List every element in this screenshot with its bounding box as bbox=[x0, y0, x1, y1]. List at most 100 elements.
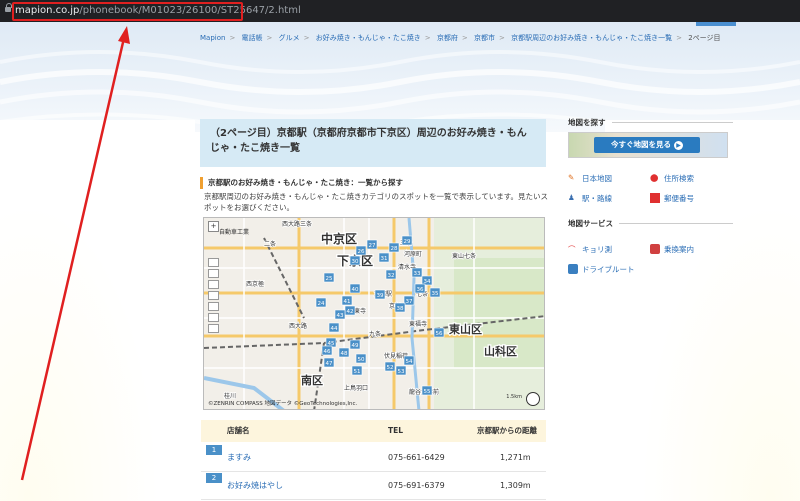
column-header: 店舗名 bbox=[227, 426, 250, 435]
district-label: 中京区 bbox=[321, 231, 357, 246]
map-label: 二条 bbox=[264, 240, 276, 248]
map-marker-label: 29 bbox=[404, 239, 411, 245]
column-header: 京都駅からの距離 bbox=[477, 426, 537, 435]
search-button-edge[interactable] bbox=[696, 22, 736, 26]
compass-icon bbox=[526, 392, 540, 406]
map-marker[interactable]: 34 bbox=[421, 275, 433, 286]
map-marker[interactable]: 30 bbox=[349, 255, 361, 266]
map-marker-label: 52 bbox=[387, 365, 394, 371]
map-label: 東山七条 bbox=[452, 252, 476, 260]
map-marker[interactable]: 54 bbox=[403, 355, 415, 366]
map-marker-label: 25 bbox=[326, 276, 333, 282]
map-marker-label: 50 bbox=[358, 357, 365, 363]
map-marker[interactable]: 24 bbox=[315, 297, 327, 308]
map-marker-label: 30 bbox=[352, 259, 359, 265]
map-marker-label: 27 bbox=[369, 243, 376, 249]
breadcrumb-link[interactable]: Mapion bbox=[200, 34, 225, 42]
map-marker[interactable]: 56 bbox=[433, 327, 445, 338]
map-label: 西大路 bbox=[289, 322, 307, 330]
map-marker[interactable]: 46 bbox=[321, 345, 333, 356]
table-row[interactable]: 2 お好み焼はやし 075-691-6379 1,309m bbox=[201, 473, 546, 500]
map-marker-label: 43 bbox=[337, 313, 344, 319]
map-marker[interactable]: 31 bbox=[378, 252, 390, 263]
map-canvas: 中京区 下京区 東山区 山科区 南区 西大路三条 二条 三条 西京極 東寺 九条… bbox=[204, 218, 544, 409]
map-marker-label: 47 bbox=[326, 361, 333, 367]
map-marker[interactable]: 51 bbox=[351, 365, 363, 376]
map-marker[interactable]: 50 bbox=[355, 353, 367, 364]
map-marker[interactable]: 27 bbox=[366, 239, 378, 250]
map-marker-label: 32 bbox=[388, 273, 395, 279]
map-marker[interactable]: 43 bbox=[334, 309, 346, 320]
lock-icon bbox=[5, 3, 12, 13]
map-marker[interactable]: 38 bbox=[394, 302, 406, 313]
link-station-route[interactable]: ♟ 駅・路線 bbox=[568, 188, 650, 208]
map-marker[interactable]: 32 bbox=[385, 269, 397, 280]
breadcrumb-link[interactable]: グルメ bbox=[279, 34, 300, 42]
map-marker[interactable]: 28 bbox=[388, 242, 400, 253]
map-marker[interactable]: 35 bbox=[429, 287, 441, 298]
map-marker[interactable]: 42 bbox=[344, 305, 356, 316]
area-map[interactable]: 中京区 下京区 東山区 山科区 南区 西大路三条 二条 三条 西京極 東寺 九条… bbox=[203, 217, 545, 410]
map-label: 河原町 bbox=[404, 250, 422, 258]
map-marker-label: 48 bbox=[341, 351, 348, 357]
map-marker[interactable]: 25 bbox=[323, 272, 335, 283]
breadcrumb-link[interactable]: 京都市 bbox=[474, 34, 495, 42]
link-transit[interactable]: 乗換案内 bbox=[650, 239, 732, 259]
map-marker[interactable]: 29 bbox=[401, 235, 413, 246]
zoom-toggle-button[interactable]: + bbox=[208, 221, 219, 232]
map-marker-label: 42 bbox=[347, 309, 354, 315]
map-label: 九条 bbox=[369, 330, 381, 338]
shop-link[interactable]: お好み焼はやし bbox=[227, 481, 283, 490]
map-marker-label: 28 bbox=[391, 246, 398, 252]
map-marker[interactable]: 47 bbox=[323, 357, 335, 368]
map-marker-label: 40 bbox=[352, 287, 359, 293]
column-header: TEL bbox=[388, 426, 404, 435]
map-marker-label: 39 bbox=[377, 293, 384, 299]
map-marker[interactable]: 39 bbox=[374, 289, 386, 300]
map-marker[interactable]: 44 bbox=[328, 322, 340, 333]
link-distance[interactable]: ⌒ キョリ測 bbox=[568, 239, 650, 259]
breadcrumb-link[interactable]: 電話帳 bbox=[242, 34, 263, 42]
link-japan-map[interactable]: ✎ 日本地図 bbox=[568, 168, 650, 188]
breadcrumb-link[interactable]: 京都府 bbox=[437, 34, 458, 42]
map-marker-label: 44 bbox=[331, 326, 338, 332]
link-address-search[interactable]: ⬤ 住所検索 bbox=[650, 168, 732, 188]
map-marker-label: 38 bbox=[397, 306, 404, 312]
breadcrumb-link[interactable]: お好み焼き・もんじゃ・たこ焼き bbox=[316, 34, 421, 42]
row-number: 2 bbox=[206, 473, 222, 483]
map-marker[interactable]: 33 bbox=[411, 267, 423, 278]
zoom-slider[interactable] bbox=[208, 258, 219, 333]
shop-distance: 1,309m bbox=[500, 481, 531, 490]
breadcrumb-link[interactable]: 京都駅周辺のお好み焼き・もんじゃ・たこ焼き一覧 bbox=[511, 34, 672, 42]
breadcrumb-current: 2ページ目 bbox=[688, 34, 721, 42]
view-map-button[interactable]: 今すぐ地図を見る ▶ bbox=[594, 137, 700, 153]
map-marker[interactable]: 53 bbox=[395, 365, 407, 376]
map-marker-label: 56 bbox=[436, 331, 443, 337]
map-label: 東福寺 bbox=[409, 320, 427, 328]
table-row[interactable]: 1 ますみ 075-661-6429 1,271m bbox=[201, 445, 546, 472]
map-marker[interactable]: 37 bbox=[403, 295, 415, 306]
shop-link[interactable]: ますみ bbox=[227, 453, 251, 462]
breadcrumb: Mapion > 電話帳 > グルメ > お好み焼き・もんじゃ・たこ焼き > 京都府 > … bbox=[200, 34, 721, 42]
map-marker[interactable]: 48 bbox=[338, 347, 350, 358]
map-marker-label: 37 bbox=[406, 299, 413, 305]
link-postal-code[interactable]: 郵便番号 bbox=[650, 188, 732, 208]
map-marker-label: 35 bbox=[432, 291, 439, 297]
map-marker-label: 54 bbox=[406, 359, 413, 365]
map-marker[interactable]: 40 bbox=[349, 283, 361, 294]
map-marker[interactable]: 49 bbox=[349, 339, 361, 350]
link-drive-route[interactable]: ドライブルート bbox=[568, 259, 650, 279]
map-marker[interactable]: 26 bbox=[355, 245, 367, 256]
map-label: 西大路三条 bbox=[282, 220, 312, 228]
map-banner[interactable]: 今すぐ地図を見る ▶ bbox=[568, 132, 728, 158]
map-marker-label: 53 bbox=[398, 369, 405, 375]
map-marker[interactable]: 55 bbox=[421, 385, 433, 396]
map-marker[interactable]: 45 bbox=[325, 337, 337, 348]
map-marker[interactable]: 41 bbox=[341, 295, 353, 306]
map-marker[interactable]: 36 bbox=[414, 283, 426, 294]
shop-tel: 075-661-6429 bbox=[388, 453, 445, 462]
map-marker[interactable]: 52 bbox=[384, 361, 396, 372]
map-marker-label: 26 bbox=[358, 249, 365, 255]
district-label: 東山区 bbox=[449, 322, 482, 336]
page-title: （2ページ目）京都駅（京都府京都市下京区）周辺のお好み焼き・もんじゃ・たこ焼き一… bbox=[200, 119, 546, 167]
